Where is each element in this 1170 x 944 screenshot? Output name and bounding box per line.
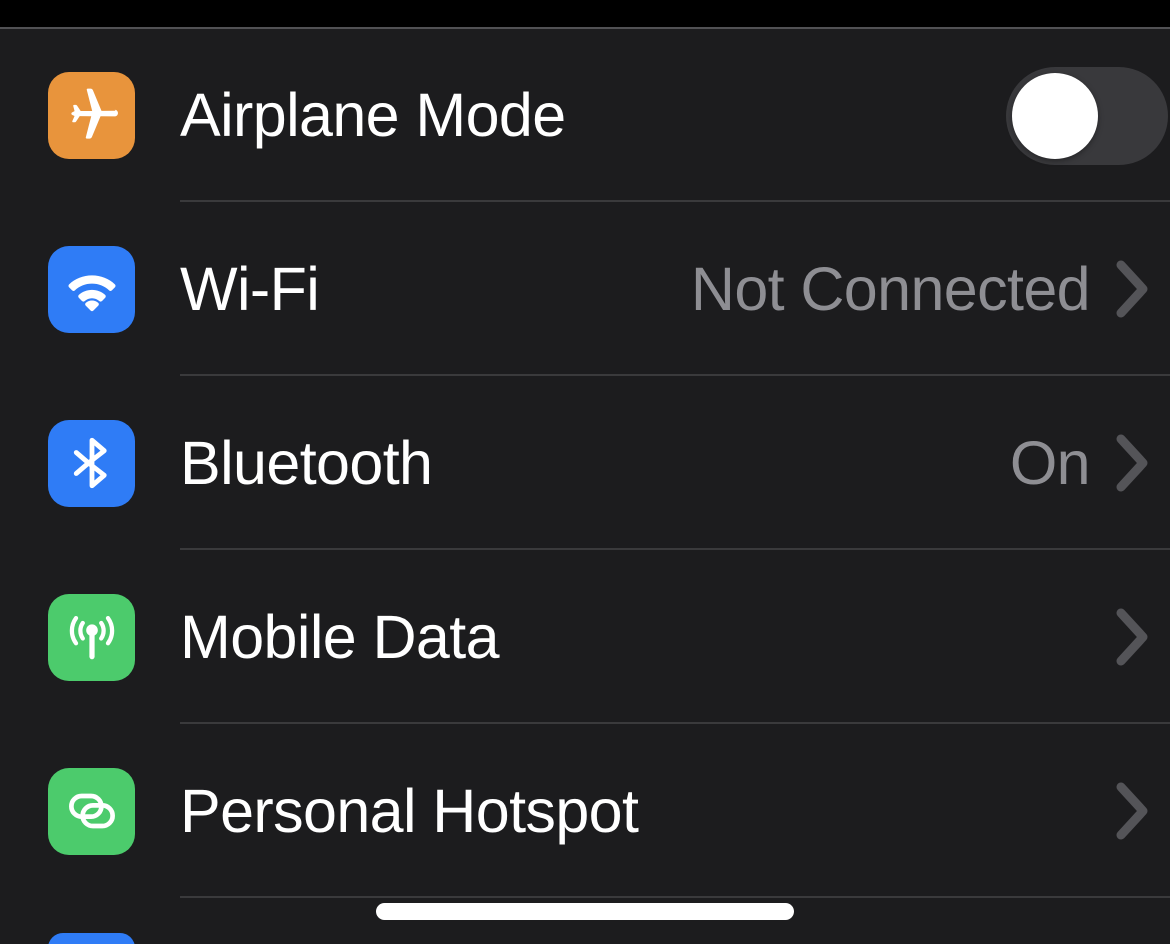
row-accessory: On (1009, 428, 1170, 497)
settings-row-label: Personal Hotspot (180, 776, 639, 845)
settings-row-personal-hotspot[interactable]: Personal Hotspot (0, 724, 1170, 898)
settings-row-label: Wi-Fi (180, 254, 320, 323)
settings-row-mobile-data[interactable]: Mobile Data (0, 550, 1170, 724)
settings-row-label: Mobile Data (180, 602, 500, 671)
next-row-icon-peek[interactable] (48, 933, 135, 944)
toggle-knob (1012, 72, 1098, 159)
row-accessory (1090, 782, 1170, 840)
settings-list: Airplane Mode Wi-Fi Not Connected Blueto… (0, 29, 1170, 944)
settings-screen: Airplane Mode Wi-Fi Not Connected Blueto… (0, 0, 1170, 944)
cellular-antenna-icon (48, 593, 135, 681)
row-separator (180, 896, 1170, 898)
status-bar (0, 0, 1170, 27)
chevron-right-icon (1116, 782, 1148, 840)
chevron-right-icon (1116, 608, 1148, 666)
hotspot-link-icon (48, 767, 135, 855)
settings-row-airplane-mode[interactable]: Airplane Mode (0, 29, 1170, 202)
chevron-right-icon (1116, 260, 1148, 318)
row-accessory (1006, 66, 1170, 165)
settings-row-label: Bluetooth (180, 428, 433, 497)
airplane-icon (48, 72, 135, 159)
settings-row-label: Airplane Mode (180, 81, 566, 149)
home-indicator[interactable] (376, 903, 794, 920)
settings-row-value: Not Connected (690, 254, 1091, 323)
bluetooth-icon (48, 419, 135, 507)
airplane-mode-toggle[interactable] (1006, 66, 1168, 165)
settings-row-bluetooth[interactable]: Bluetooth On (0, 376, 1170, 550)
settings-row-value: On (1009, 428, 1091, 497)
row-accessory: Not Connected (690, 254, 1170, 323)
chevron-right-icon (1116, 434, 1148, 492)
row-accessory (1090, 608, 1170, 666)
settings-row-wifi[interactable]: Wi-Fi Not Connected (0, 202, 1170, 376)
wifi-icon (48, 245, 135, 333)
